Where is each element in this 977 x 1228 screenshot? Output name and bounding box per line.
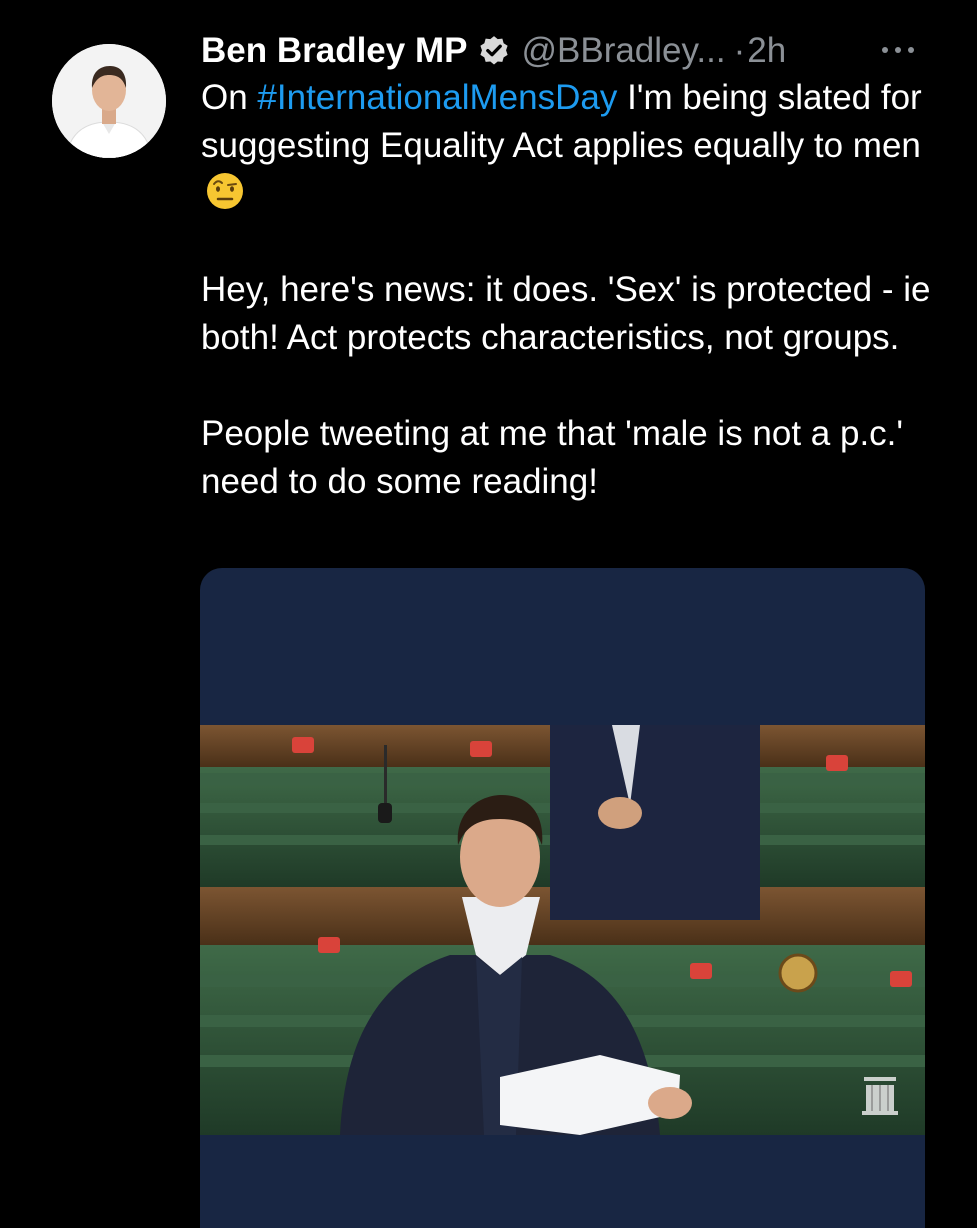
author-name[interactable]: Ben Bradley MP	[201, 31, 467, 71]
separator-dot: ·	[733, 31, 746, 70]
tweet-paragraph-1: On #InternationalMensDay I'm being slate…	[201, 74, 941, 218]
tweet-header: Ben Bradley MP @BBradley... · 2h	[201, 26, 941, 76]
more-horizontal-icon[interactable]	[879, 39, 921, 61]
video-thumbnail	[200, 725, 925, 1135]
avatar[interactable]	[52, 44, 166, 158]
author-handle[interactable]: @BBradley...	[521, 31, 725, 71]
raised-eyebrow-emoji-icon	[207, 173, 243, 209]
video-media[interactable]	[200, 568, 925, 1228]
tweet-timestamp[interactable]: 2h	[747, 31, 786, 71]
hashtag-link[interactable]: #InternationalMensDay	[257, 78, 617, 117]
tweet-paragraph-2: Hey, here's news: it does. 'Sex' is prot…	[201, 270, 931, 357]
verified-badge-icon	[480, 36, 509, 65]
tweet-text: On #InternationalMensDay I'm being slate…	[201, 74, 941, 506]
tweet-paragraph-3: People tweeting at me that 'male is not …	[201, 414, 904, 501]
